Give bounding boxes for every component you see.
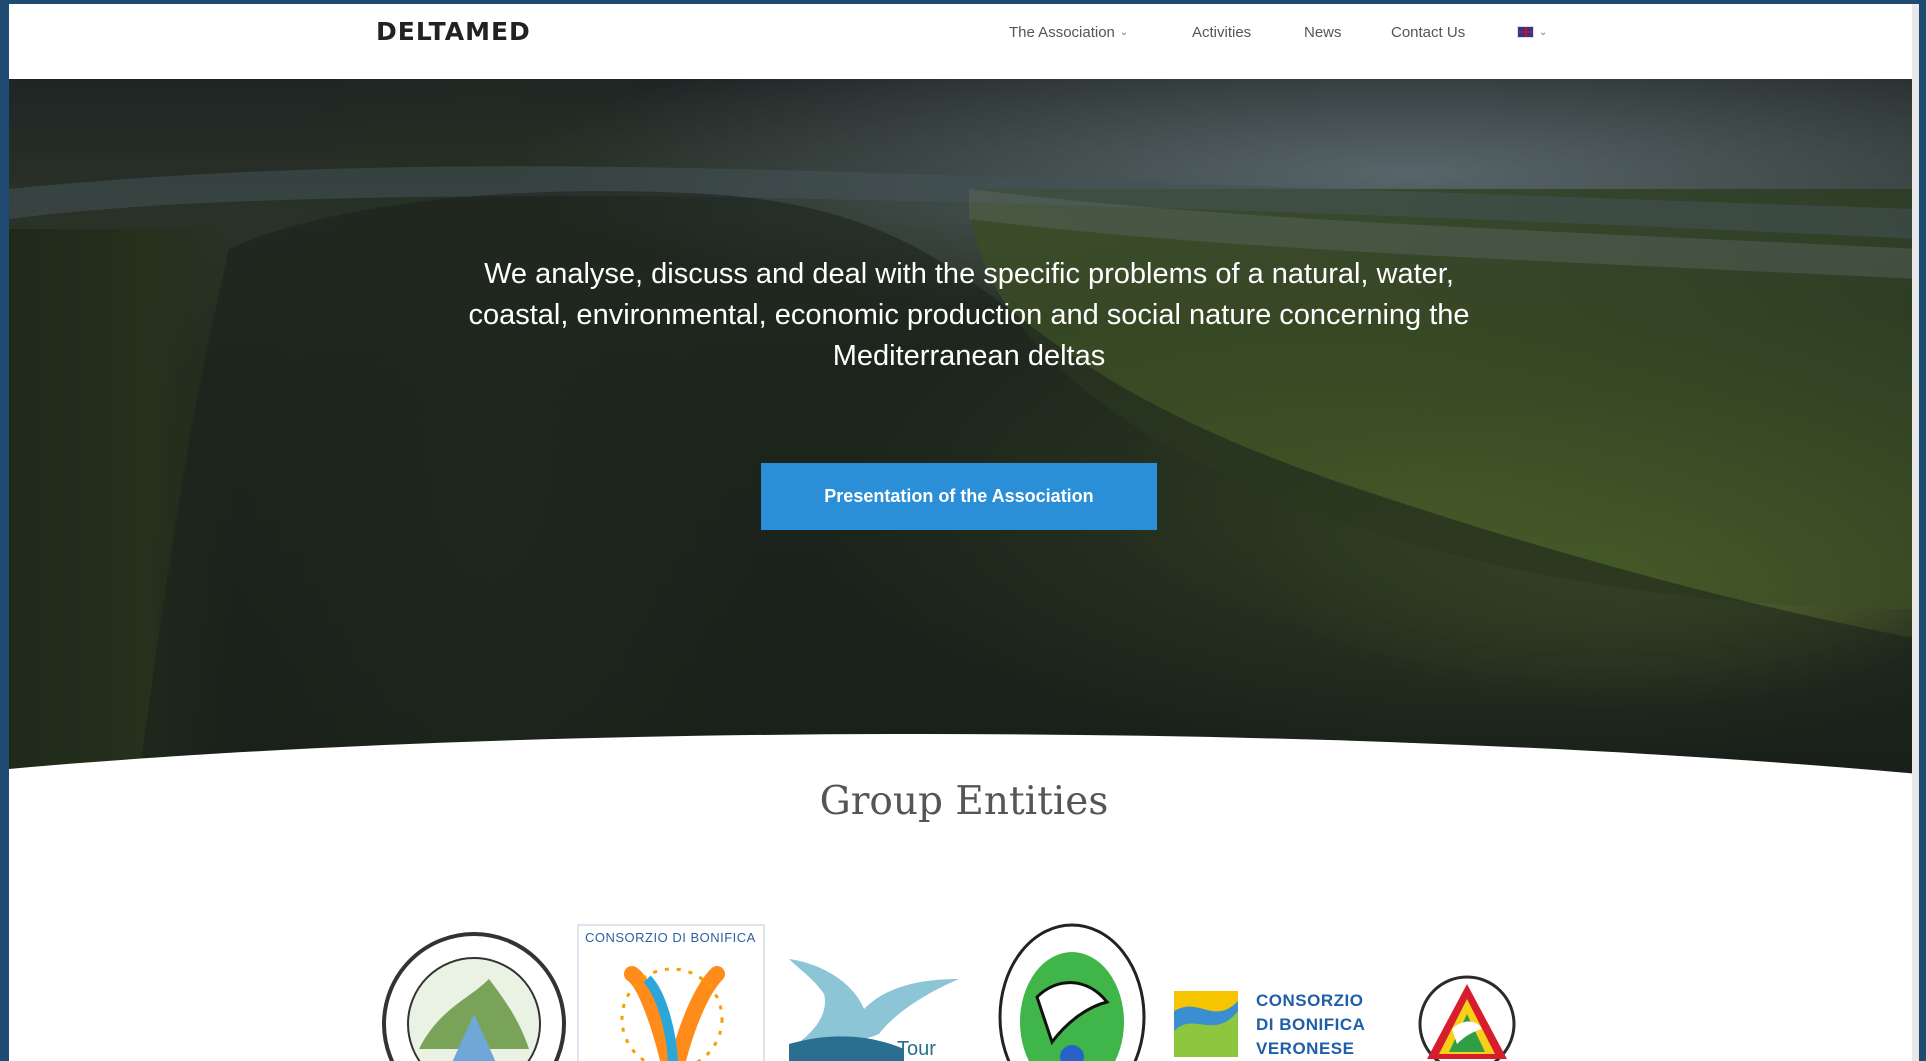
- language-switcher[interactable]: ⌄: [1517, 24, 1547, 41]
- consorzio-bonifica-logo[interactable]: CONSORZIO DI BONIFICA: [577, 924, 767, 1061]
- group-entities-title: Group Entities: [819, 779, 1109, 824]
- nav-news[interactable]: News: [1304, 24, 1342, 41]
- page-scrollbar[interactable]: [1912, 4, 1919, 1061]
- site-header: DELTAMED The Association ⌄ Activities New…: [9, 4, 1919, 79]
- consorzio-veronese-line-3: VERONESE: [1256, 1039, 1355, 1058]
- consorzio-veronese-line-2: DI BONIFICA: [1256, 1015, 1366, 1034]
- consorzio-veronese-logo[interactable]: CONSORZIO DI BONIFICA VERONESE: [1174, 989, 1374, 1061]
- consorzio-veronese-text: CONSORZIO DI BONIFICA VERONESE: [1256, 989, 1365, 1061]
- tour-logo-text: Tour: [897, 1038, 936, 1060]
- uk-flag-icon: [1517, 26, 1534, 38]
- tour-logo[interactable]: Tour: [784, 954, 964, 1061]
- hero-section: We analyse, discuss and deal with the sp…: [9, 79, 1919, 774]
- nav-activities[interactable]: Activities: [1192, 24, 1251, 41]
- chevron-down-icon: ⌄: [1539, 27, 1548, 38]
- nav-the-association-label: The Association: [1009, 24, 1115, 41]
- consorzio-bonifica-logo-text: CONSORZIO DI BONIFICA: [585, 930, 756, 945]
- nav-contact-us[interactable]: Contact Us: [1391, 24, 1465, 41]
- nav-activities-label: Activities: [1192, 24, 1252, 41]
- hero-headline: We analyse, discuss and deal with the sp…: [468, 258, 1470, 372]
- group-entities-logos: GENERAL DE REGANTES DEL CANAL DE LA DERE…: [9, 904, 1919, 1061]
- hero-curve-divider: [9, 734, 1919, 779]
- chevron-down-icon: ⌄: [1119, 27, 1129, 38]
- presentation-button[interactable]: Presentation of the Association: [761, 463, 1157, 530]
- consorzio-veronese-line-1: CONSORZIO: [1256, 991, 1364, 1010]
- rezervatia-delta-dunarii-logo[interactable]: REZERVATIA BIOSFEREI DELTA DUNARII: [997, 922, 1147, 1061]
- main-nav: The Association ⌄ Activities News Contact…: [9, 24, 1919, 48]
- bird-triangle-logo[interactable]: [1417, 974, 1517, 1061]
- nav-news-label: News: [1304, 24, 1342, 41]
- comunidad-regantes-logo[interactable]: GENERAL DE REGANTES DEL CANAL DE LA DERE…: [379, 929, 569, 1061]
- page: DELTAMED The Association ⌄ Activities New…: [9, 4, 1919, 1061]
- nav-the-association[interactable]: The Association ⌄: [1009, 24, 1128, 41]
- hero-overlay: [9, 79, 1919, 774]
- nav-contact-us-label: Contact Us: [1391, 24, 1466, 41]
